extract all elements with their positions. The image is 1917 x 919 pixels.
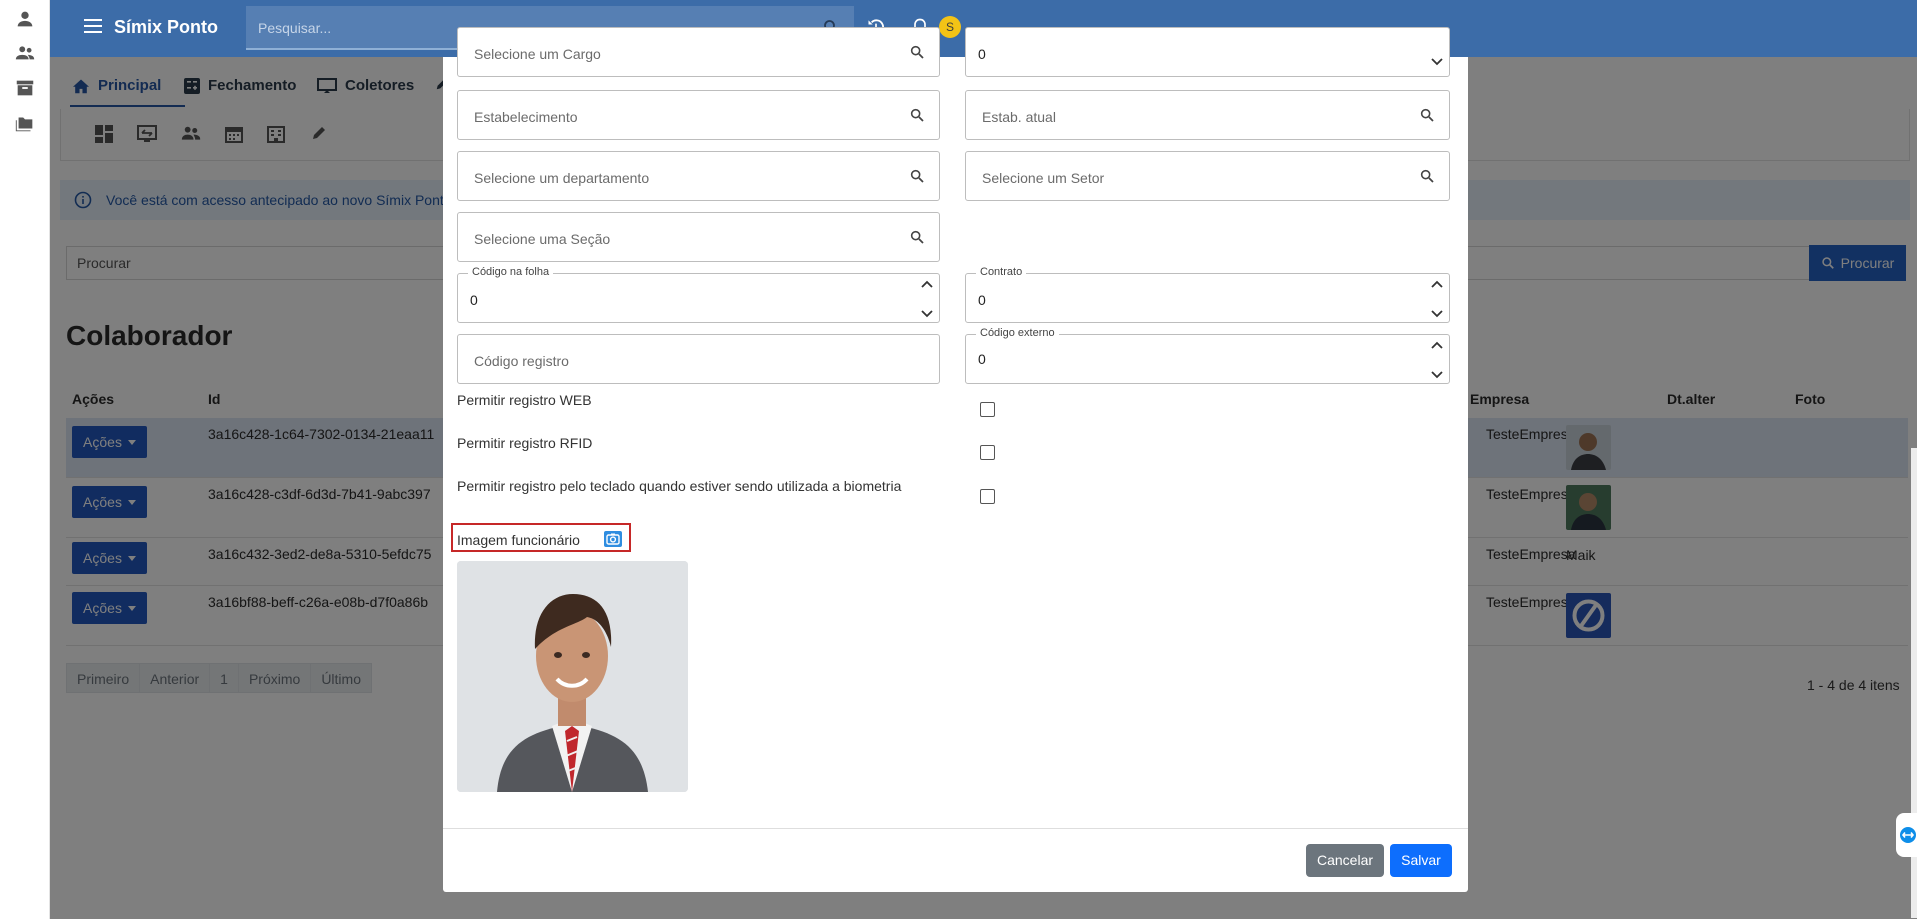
- perm-web-label: Permitir registro WEB: [457, 392, 592, 408]
- codigo-folha-label: Código na folha: [468, 266, 554, 278]
- codigo-folha-value: 0: [470, 292, 478, 308]
- cancel-button[interactable]: Cancelar: [1306, 844, 1384, 877]
- estabelecimento-placeholder: Estabelecimento: [474, 109, 578, 125]
- estabelecimento-select[interactable]: Estabelecimento: [457, 90, 940, 140]
- number-spinner[interactable]: [921, 280, 933, 318]
- contrato-field[interactable]: Contrato 0: [965, 266, 1450, 323]
- search-icon[interactable]: [909, 44, 925, 60]
- codigo-folha-field[interactable]: Código na folha 0: [457, 266, 940, 323]
- codigo-externo-field[interactable]: Código externo 0: [965, 327, 1450, 384]
- search-icon[interactable]: [1419, 107, 1435, 123]
- perm-teclado-checkbox[interactable]: [980, 489, 995, 504]
- departamento-select[interactable]: Selecione um departamento: [457, 151, 940, 201]
- perm-teclado-label: Permitir registro pelo teclado quando es…: [457, 478, 902, 494]
- folders-icon[interactable]: [14, 112, 36, 134]
- left-rail: [0, 0, 50, 919]
- search-icon[interactable]: [909, 107, 925, 123]
- imagem-funcionario-label: Imagem funcionário: [457, 532, 580, 548]
- perm-rfid-checkbox[interactable]: [980, 445, 995, 460]
- contrato-label: Contrato: [976, 266, 1027, 278]
- users-icon[interactable]: [14, 42, 36, 64]
- perm-rfid-label: Permitir registro RFID: [457, 435, 593, 451]
- menu-icon[interactable]: [84, 18, 102, 34]
- archive-icon[interactable]: [14, 77, 36, 99]
- save-button[interactable]: Salvar: [1390, 844, 1452, 877]
- codigo-externo-label: Código externo: [976, 327, 1059, 339]
- search-icon[interactable]: [909, 229, 925, 245]
- number-spinner[interactable]: [1431, 341, 1443, 379]
- cargo-placeholder: Selecione um Cargo: [474, 46, 601, 62]
- remote-support-icon: [1899, 826, 1917, 844]
- search-icon[interactable]: [909, 168, 925, 184]
- modal-footer-divider: [443, 828, 1468, 829]
- contrato-value: 0: [978, 292, 986, 308]
- cargo-select[interactable]: Selecione um Cargo: [457, 27, 940, 77]
- search-icon[interactable]: [1419, 168, 1435, 184]
- employee-edit-modal: Selecione um Cargo 0 Estabelecimento Est…: [443, 27, 1468, 892]
- secao-placeholder: Selecione uma Seção: [474, 231, 611, 247]
- chevron-down-icon[interactable]: [1431, 58, 1443, 66]
- perm-web-checkbox[interactable]: [980, 402, 995, 417]
- remote-support-widget[interactable]: [1896, 813, 1917, 857]
- avatar[interactable]: S: [939, 16, 961, 38]
- secao-select[interactable]: Selecione uma Seção: [457, 212, 940, 262]
- codigo-externo-value: 0: [978, 351, 986, 367]
- setor-placeholder: Selecione um Setor: [982, 170, 1105, 186]
- cargo-code-select[interactable]: 0: [965, 27, 1450, 77]
- setor-select[interactable]: Selecione um Setor: [965, 151, 1450, 201]
- departamento-placeholder: Selecione um departamento: [474, 170, 650, 186]
- number-spinner[interactable]: [1431, 280, 1443, 318]
- employee-photo[interactable]: [457, 561, 688, 792]
- camera-icon[interactable]: [604, 531, 622, 547]
- user-icon[interactable]: [14, 8, 36, 30]
- codigo-registro-field[interactable]: Código registro: [457, 334, 940, 384]
- estab-atual-placeholder: Estab. atual: [982, 109, 1056, 125]
- cargo-code-value: 0: [978, 46, 986, 62]
- codigo-registro-placeholder: Código registro: [474, 353, 569, 369]
- app-title[interactable]: Símix Ponto: [114, 17, 218, 38]
- estab-atual-select[interactable]: Estab. atual: [965, 90, 1450, 140]
